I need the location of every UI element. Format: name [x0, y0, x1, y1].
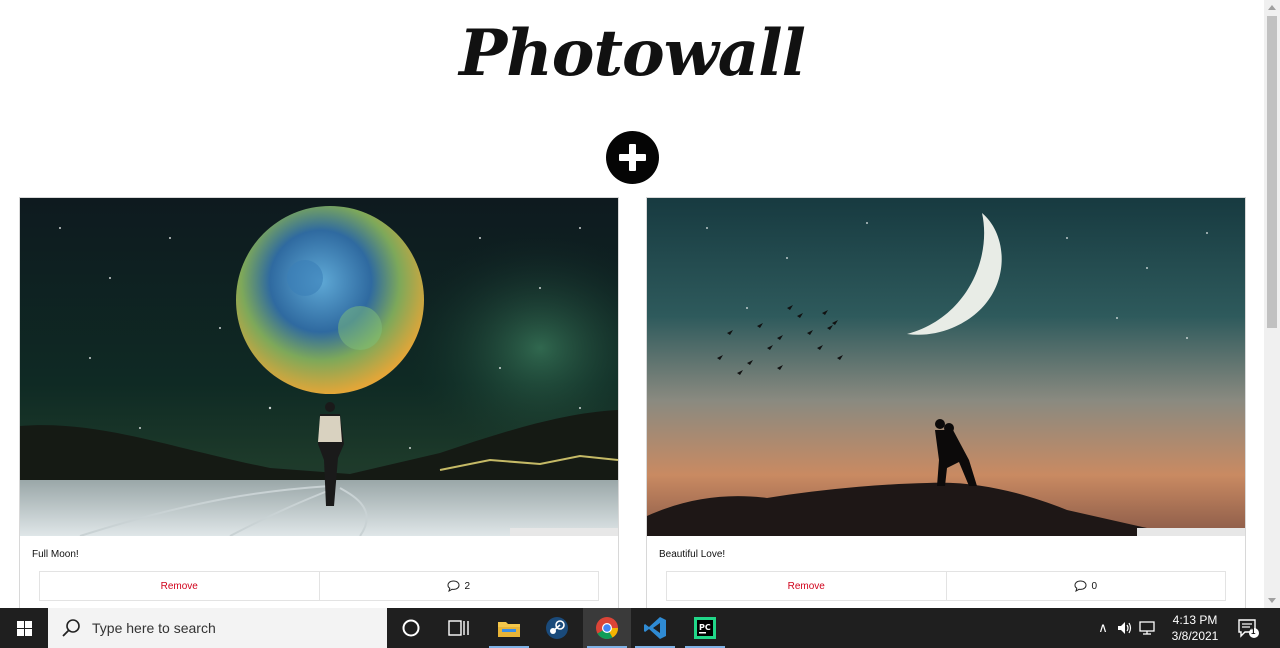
scroll-down-arrow-icon[interactable] — [1268, 598, 1276, 603]
windows-taskbar: Type here to search PC ∧ 4:13 PM 3/8/202… — [0, 608, 1280, 648]
folder-icon — [498, 622, 520, 637]
plus-icon-vertical — [629, 144, 636, 171]
chrome-button[interactable] — [583, 608, 631, 648]
photo-full-moon[interactable] — [20, 198, 618, 536]
card-actions: Remove 2 — [39, 571, 599, 601]
comment-icon — [447, 580, 460, 592]
task-view-button[interactable] — [435, 608, 483, 648]
add-photo-button[interactable] — [606, 131, 659, 184]
chevron-up-icon[interactable]: ∧ — [1094, 620, 1112, 636]
cortana-button[interactable] — [387, 608, 435, 648]
photo-card: Full Moon! Remove 2 — [19, 197, 619, 608]
system-tray: ∧ — [1094, 608, 1158, 648]
network-icon[interactable] — [1138, 620, 1158, 636]
cortana-icon — [402, 619, 420, 637]
vscode-icon — [644, 617, 666, 639]
task-view-icon — [448, 620, 469, 636]
remove-button[interactable]: Remove — [39, 571, 320, 601]
chrome-icon — [596, 617, 618, 639]
app-logo: Photowall — [459, 16, 806, 91]
steam-button[interactable] — [533, 608, 581, 648]
file-explorer-button[interactable] — [485, 608, 533, 648]
start-button[interactable] — [0, 608, 48, 648]
comment-count: 0 — [1091, 580, 1098, 592]
action-center-button[interactable]: 1 — [1236, 616, 1260, 640]
steam-icon — [546, 617, 568, 639]
comments-button[interactable]: 2 — [319, 571, 599, 601]
scroll-up-arrow-icon[interactable] — [1268, 5, 1276, 10]
search-icon — [62, 619, 80, 637]
photo-caption: Beautiful Love! — [659, 549, 726, 560]
comment-icon — [1074, 580, 1087, 592]
remove-button[interactable]: Remove — [666, 571, 947, 601]
photo-card: Beautiful Love! Remove 0 — [646, 197, 1246, 608]
system-clock[interactable]: 4:13 PM 3/8/2021 — [1160, 612, 1230, 644]
notification-count: 1 — [1251, 627, 1256, 636]
clock-date: 3/8/2021 — [1171, 629, 1219, 643]
scrollbar-thumb[interactable] — [1267, 16, 1277, 328]
windows-icon — [16, 620, 32, 636]
photo-beautiful-love[interactable] — [647, 198, 1245, 536]
card-actions: Remove 0 — [666, 571, 1226, 601]
comment-count: 2 — [464, 580, 471, 592]
svg-text:PC: PC — [699, 623, 711, 632]
comments-button[interactable]: 0 — [946, 571, 1226, 601]
taskbar-search[interactable]: Type here to search — [48, 608, 387, 648]
photo-caption: Full Moon! — [32, 549, 79, 560]
vertical-scrollbar[interactable] — [1264, 0, 1280, 608]
pycharm-icon: PC — [694, 617, 716, 639]
clock-time: 4:13 PM — [1172, 613, 1218, 627]
vscode-button[interactable] — [631, 608, 679, 648]
browser-viewport: Photowall Full Moon! Remove 2 Beautiful … — [0, 0, 1280, 608]
volume-icon[interactable] — [1116, 620, 1134, 636]
notification-icon — [1238, 619, 1259, 638]
pycharm-button[interactable]: PC — [681, 608, 729, 648]
search-placeholder: Type here to search — [92, 620, 216, 636]
